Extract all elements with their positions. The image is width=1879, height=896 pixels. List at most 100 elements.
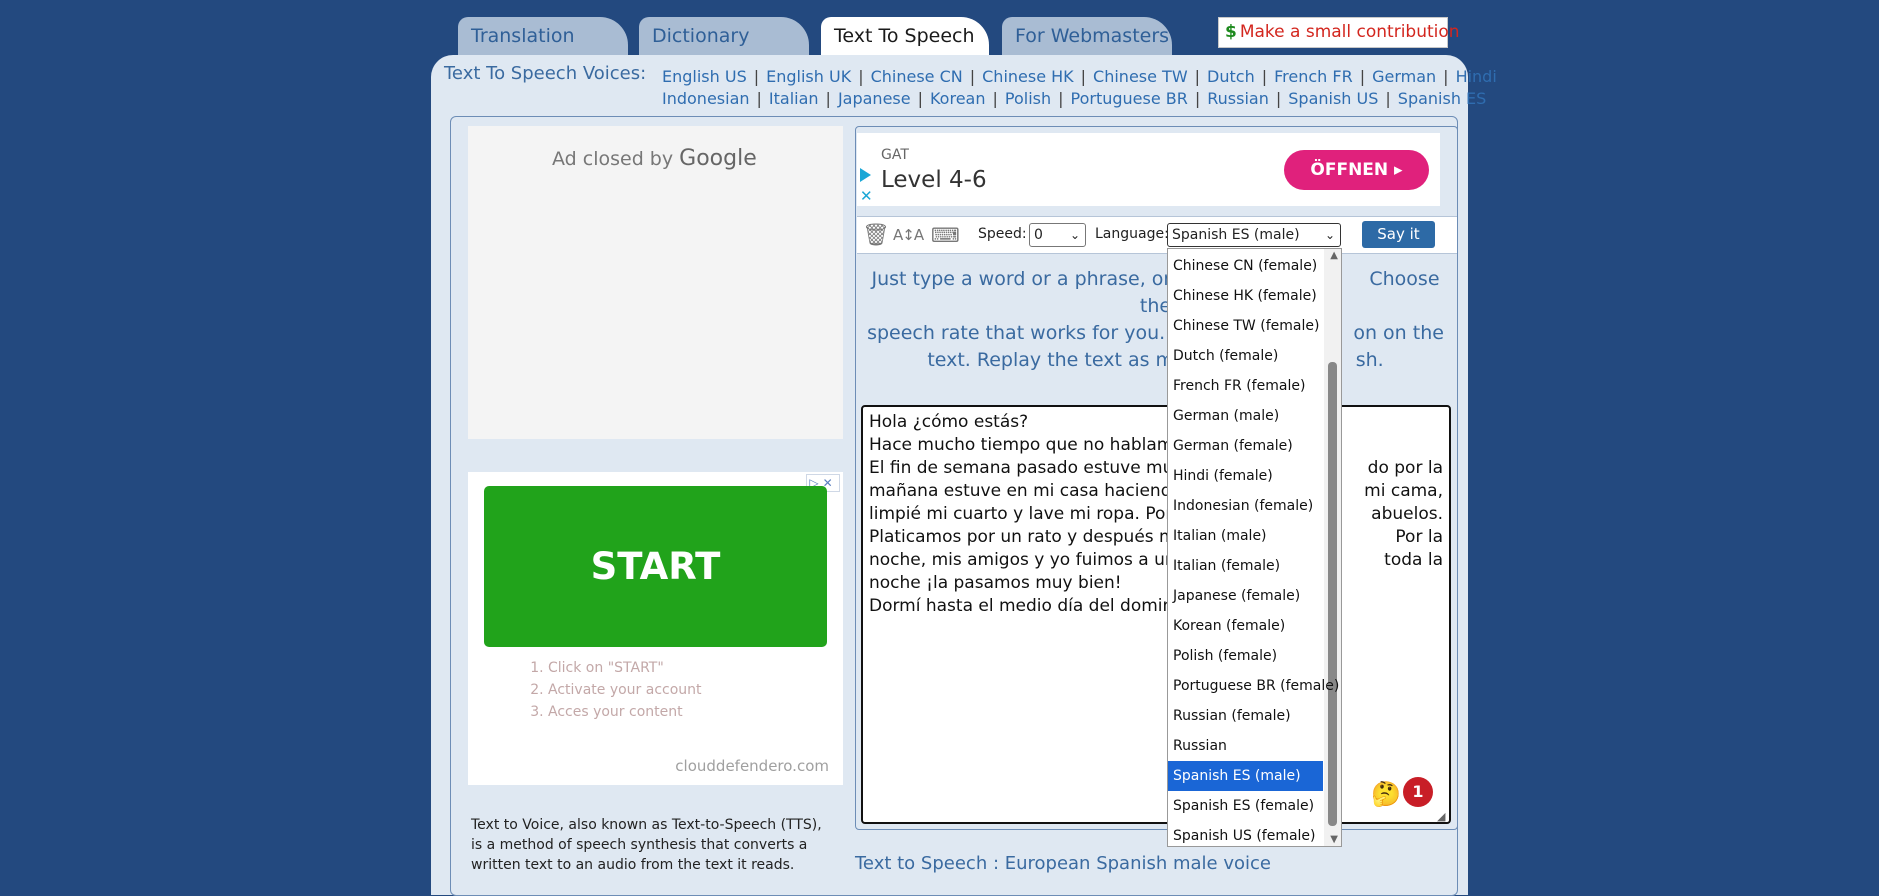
text-line-left: Dormí hasta el medio día del doming (869, 596, 1185, 616)
separator: | (1080, 67, 1087, 86)
text-line-right: mi cama, (1364, 481, 1443, 501)
banner-ad[interactable]: ✕ GAT Level 4-6 ÖFFNEN ▸ (857, 133, 1440, 206)
language-option[interactable]: Japanese (female) (1168, 581, 1323, 611)
language-option[interactable]: Chinese TW (female) (1168, 311, 1323, 341)
language-dropdown-list[interactable]: ▲ ▼ Chinese CN (female) Chinese HK (femal… (1167, 248, 1342, 847)
language-option[interactable]: Indonesian (female) (1168, 491, 1323, 521)
ad-headline: Level 4-6 (881, 167, 987, 193)
scroll-up-icon[interactable]: ▲ (1330, 250, 1338, 261)
ad-closed-text: Ad closed by (552, 148, 674, 170)
separator: | (969, 67, 976, 86)
language-option[interactable]: Polish (female) (1168, 641, 1323, 671)
text-line-left: El fin de semana pasado estuve muy (869, 458, 1184, 478)
instr-line: Just type a word or a phrase, or co (871, 268, 1200, 290)
tab-translation[interactable]: Translation (458, 17, 628, 55)
language-option[interactable]: German (male) (1168, 401, 1323, 431)
text-line-left: Hace mucho tiempo que no hablamo (869, 435, 1184, 455)
text-line-right: toda la (1384, 550, 1443, 570)
contribution-button[interactable]: $ Make a small contribution (1218, 17, 1460, 48)
say-it-button[interactable]: Say it (1362, 221, 1435, 248)
font-size-icon[interactable]: A↕A (893, 226, 924, 244)
voice-link[interactable]: Indonesian (662, 89, 750, 108)
voice-link[interactable]: Portuguese BR (1071, 89, 1188, 108)
tab-text-to-speech[interactable]: Text To Speech (821, 17, 989, 55)
language-option[interactable]: German (female) (1168, 431, 1323, 461)
text-line: El fin de semana pasado estuve muy do por… (869, 457, 1443, 480)
text-line-right: do por la (1367, 458, 1443, 478)
voice-link[interactable]: German (1372, 67, 1436, 86)
text-line-left: limpié mi cuarto y lave mi ropa. Por (869, 504, 1173, 524)
separator: | (825, 89, 831, 108)
text-line: mañana estuve en mi casa haciendo mi cama… (869, 480, 1443, 503)
voice-link[interactable]: Korean (930, 89, 986, 108)
voice-link[interactable]: Spanish US (1288, 89, 1378, 108)
scroll-down-icon[interactable]: ▼ (1330, 834, 1338, 845)
language-option[interactable]: Hindi (female) (1168, 461, 1323, 491)
voice-link[interactable]: French FR (1274, 67, 1353, 86)
voice-link[interactable]: Russian (1207, 89, 1269, 108)
text-line-left: noche, mis amigos y yo fuimos a una (869, 550, 1187, 570)
separator: | (1261, 67, 1268, 86)
speed-select[interactable]: 0 ⌄ (1029, 223, 1086, 247)
voice-link[interactable]: English US (662, 67, 747, 86)
language-option[interactable]: Korean (female) (1168, 611, 1323, 641)
voice-link[interactable]: Italian (769, 89, 819, 108)
voices-title: Text To Speech Voices: (444, 63, 647, 84)
separator: | (1275, 89, 1282, 108)
separator: | (1385, 89, 1391, 108)
language-option[interactable]: Russian (female) (1168, 701, 1323, 731)
tab-dictionary[interactable]: Dictionary (639, 17, 809, 55)
text-line: noche ¡la pasamos muy bien! (869, 572, 1443, 595)
language-option[interactable]: French FR (female) (1168, 371, 1323, 401)
scrollbar-thumb[interactable] (1328, 362, 1337, 826)
ad-steps: Click on "START" Activate your account A… (530, 657, 702, 723)
separator: | (858, 67, 864, 86)
language-option[interactable]: Spanish US (female) (1168, 821, 1323, 846)
keyboard-icon[interactable]: ⌨ (931, 223, 960, 247)
language-option[interactable]: Italian (male) (1168, 521, 1323, 551)
text-line-left: noche ¡la pasamos muy bien! (869, 573, 1122, 593)
text-line: Hola ¿cómo estás? (869, 411, 1443, 434)
text-line-left: mañana estuve en mi casa haciendo (869, 481, 1182, 501)
language-option[interactable]: Chinese HK (female) (1168, 281, 1323, 311)
start-button[interactable]: START (484, 486, 827, 647)
separator: | (917, 89, 923, 108)
voice-link[interactable]: English UK (766, 67, 851, 86)
ad-domain: clouddefendero.com (675, 757, 829, 775)
trash-icon[interactable]: 🗑 (862, 223, 890, 248)
separator: | (1194, 89, 1201, 108)
voice-links-row-1: English US | English UK | Chinese CN | Chinese… (662, 67, 1497, 86)
tab-for-webmasters[interactable]: For Webmasters (1002, 17, 1172, 55)
voice-links-row-2: Indonesian | Italian | Japanese | Korean | Polis… (662, 89, 1486, 108)
voice-link[interactable]: Spanish ES (1398, 89, 1487, 108)
language-option[interactable]: Spanish ES (male) (1168, 761, 1323, 791)
google-logo: Google (679, 146, 757, 171)
voice-link[interactable]: Japanese (838, 89, 911, 108)
text-line-left: Platicamos por un rato y después me (869, 527, 1187, 547)
scrollbar[interactable]: ▲ ▼ (1324, 249, 1341, 846)
chevron-down-icon: ⌄ (1069, 228, 1080, 242)
thinking-emoji-icon[interactable]: 🤔 (1371, 780, 1401, 808)
voice-link[interactable]: Hindi (1456, 67, 1497, 86)
text-input-area[interactable]: Hola ¿cómo estás? Hace mucho tiempo que n… (861, 405, 1451, 824)
language-option[interactable]: Dutch (female) (1168, 341, 1323, 371)
voice-link[interactable]: Dutch (1207, 67, 1255, 86)
resize-handle-icon[interactable]: ◢ (1437, 810, 1445, 823)
instructions-text: Just type a word or a phrase, or co Choos… (858, 266, 1453, 374)
language-select[interactable]: Spanish ES (male) ⌄ (1167, 223, 1341, 247)
language-option[interactable]: Spanish ES (female) (1168, 791, 1323, 821)
ad-open-button[interactable]: ÖFFNEN ▸ (1284, 150, 1429, 190)
voice-link[interactable]: Chinese HK (982, 67, 1074, 86)
speed-label: Speed: (978, 226, 1027, 242)
language-option[interactable]: Russian (1168, 731, 1323, 761)
voice-link[interactable]: Chinese CN (871, 67, 963, 86)
voice-link[interactable]: Polish (1005, 89, 1051, 108)
dollar-icon: $ (1225, 22, 1237, 42)
text-line: Dormí hasta el medio día del doming (869, 595, 1443, 618)
voice-link[interactable]: Chinese TW (1093, 67, 1188, 86)
ad-close-icon[interactable]: ✕ (860, 187, 873, 205)
language-option[interactable]: Portuguese BR (female) (1168, 671, 1339, 701)
notification-badge[interactable]: 1 (1403, 777, 1433, 807)
language-option[interactable]: Chinese CN (female) (1168, 251, 1323, 281)
language-option[interactable]: Italian (female) (1168, 551, 1323, 581)
